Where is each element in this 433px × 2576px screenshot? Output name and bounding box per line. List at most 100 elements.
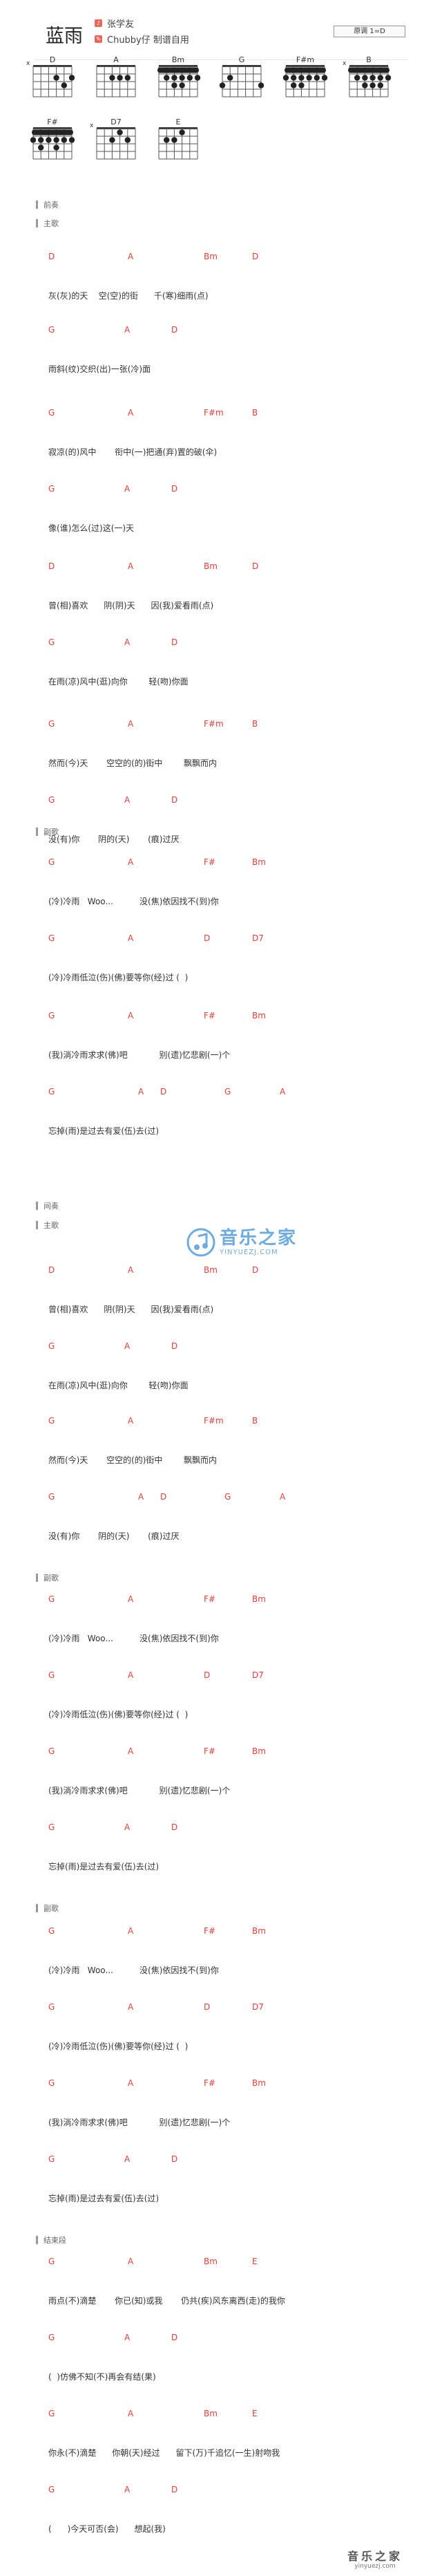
chord-label: A bbox=[128, 1670, 134, 1680]
chord-label: G bbox=[48, 2485, 55, 2494]
section-label: 间奏 bbox=[44, 1202, 59, 1211]
chord-label: D bbox=[171, 1822, 178, 1832]
chord-label: D bbox=[171, 795, 178, 805]
finger-dot bbox=[362, 82, 368, 88]
finger-dot bbox=[227, 75, 233, 81]
chord-label: D bbox=[252, 1265, 259, 1275]
finger-dot bbox=[369, 82, 376, 88]
chord-label: D bbox=[171, 1341, 178, 1351]
lyric-line: (冷)冷雨低泣(伤)(佛)要等你(经)过 ( ) bbox=[48, 2042, 189, 2051]
finger-dot bbox=[258, 82, 264, 88]
mute-mark: x bbox=[343, 60, 347, 67]
chord-label: A bbox=[128, 2002, 134, 2012]
lyric-line: (冷)冷雨 Woo... 没(焦)依因找不(到)你 bbox=[48, 1634, 219, 1643]
finger-dot bbox=[186, 75, 193, 81]
mute-mark: x bbox=[90, 122, 94, 129]
lyric-line: 然而(今)天 空空的(的)街中 飘飘而内 bbox=[48, 1455, 217, 1465]
finger-dot bbox=[124, 137, 131, 143]
chord-label: A bbox=[128, 2078, 134, 2088]
section-bar bbox=[36, 1221, 38, 1229]
chord-label: F# bbox=[204, 1011, 215, 1020]
chord-label: Bm bbox=[252, 2078, 266, 2088]
chord-diagram-a: A bbox=[96, 55, 136, 97]
chord-name: Bm bbox=[172, 55, 184, 64]
chord-label: F# bbox=[204, 1594, 215, 1604]
finger-dot bbox=[46, 137, 52, 143]
chord-label: G bbox=[224, 1087, 231, 1096]
finger-dot bbox=[219, 82, 226, 88]
chord-label: D7 bbox=[252, 1670, 264, 1680]
chord-label: D bbox=[171, 2154, 178, 2164]
chord-label: A bbox=[138, 1492, 144, 1502]
lyric-line: 雨斜(纹)交织(出)一张(冷)面 bbox=[48, 364, 151, 374]
chord-label: A bbox=[124, 2154, 131, 2164]
chord-label: Bm bbox=[204, 2257, 218, 2266]
music-note-icon bbox=[186, 1228, 215, 1257]
lyric-line: ( )今天可否(会) 想起(我) bbox=[48, 2524, 166, 2534]
lyric-line: (我)淌冷雨求求(佛)吧 别(遗)忆悲剧(一)个 bbox=[48, 1786, 231, 1795]
chord-diagram-fsharpm: F#m bbox=[282, 55, 328, 97]
chord-label: G bbox=[48, 1416, 55, 1426]
chord-label: G bbox=[48, 637, 55, 647]
finger-dot bbox=[298, 82, 305, 88]
chord-label: D bbox=[252, 252, 259, 261]
chord-diagram-b: Bx bbox=[343, 55, 392, 97]
chord-label: F# bbox=[204, 2078, 215, 2088]
section-label: 副歌 bbox=[44, 1904, 59, 1913]
chord-label: D bbox=[204, 2002, 211, 2012]
chord-label: G bbox=[48, 408, 55, 418]
chord-label: G bbox=[48, 2078, 55, 2088]
finger-dot bbox=[321, 75, 328, 81]
chord-label: G bbox=[48, 2154, 55, 2164]
chord-label: D bbox=[204, 933, 211, 943]
lyric-line: ( )仿佛不知(不)再会有结(果) bbox=[48, 2372, 156, 2382]
finger-dot bbox=[61, 82, 68, 88]
chord-name: F# bbox=[47, 118, 58, 127]
section-bar bbox=[36, 1574, 38, 1582]
lyric-line: 没(有)你 阴的(天) (痕)过厌 bbox=[48, 834, 180, 844]
section-interlude: 间奏 bbox=[36, 1200, 59, 1211]
chord-diagram-g: G bbox=[219, 55, 264, 97]
chord-label: D7 bbox=[252, 933, 264, 943]
finger-dot bbox=[53, 75, 59, 81]
lyric-line: 忘掉(雨)是过去有爱(伍)去(过) bbox=[48, 1862, 160, 1872]
lyric-line: 雨点(不)滴楚 你已(知)或我 仍共(疾)风东离西(走)的我你 bbox=[48, 2296, 285, 2306]
chord-label: Bm bbox=[204, 2409, 218, 2418]
chord-name: E bbox=[176, 118, 181, 127]
chord-label: G bbox=[48, 1670, 55, 1680]
lyric-line: 灰(灰)的天 空(空)的街 千(寒)细雨(点) bbox=[48, 291, 209, 301]
footer-logo[interactable]: 音乐之家 yinyuezj.com bbox=[320, 2551, 430, 2572]
chord-label: A bbox=[138, 1087, 144, 1096]
chord-label: A bbox=[124, 2485, 131, 2494]
chord-label: A bbox=[128, 408, 134, 418]
lyric-line: 像(谁)怎么(过)这(一)天 bbox=[48, 523, 135, 533]
chord-label: A bbox=[128, 561, 134, 571]
chord-label: Bm bbox=[252, 857, 266, 867]
finger-dot bbox=[38, 137, 44, 143]
lyric-line: 忘掉(雨)是过去有爱(伍)去(过) bbox=[48, 1126, 160, 1136]
finger-dot bbox=[117, 75, 123, 81]
chord-label: Bm bbox=[252, 1746, 266, 1756]
chord-label: D7 bbox=[252, 2002, 264, 2012]
finger-dot bbox=[179, 75, 185, 81]
chord-label: A bbox=[128, 1011, 134, 1020]
chord-label: A bbox=[128, 1416, 134, 1426]
chord-label: G bbox=[224, 1492, 231, 1502]
finger-dot bbox=[38, 144, 44, 151]
chord-label: D bbox=[204, 1670, 211, 1680]
finger-dot bbox=[61, 137, 68, 143]
chord-label: A bbox=[128, 1746, 134, 1756]
section-bar bbox=[36, 1904, 38, 1912]
chord-label: G bbox=[48, 2333, 55, 2342]
chord-label: D bbox=[171, 637, 178, 647]
chord-label: G bbox=[48, 719, 55, 729]
barre-mark bbox=[32, 129, 73, 136]
chord-label: A bbox=[128, 1265, 134, 1275]
watermark: 音乐之家 YINYUEZJ.COM bbox=[186, 1218, 311, 1267]
chord-label: Bm bbox=[204, 252, 218, 261]
barre-mark bbox=[285, 67, 326, 73]
finger-dot bbox=[385, 75, 392, 81]
chord-label: Bm bbox=[252, 1594, 266, 1604]
chord-label: A bbox=[128, 252, 134, 261]
chord-label: F#m bbox=[204, 408, 224, 418]
